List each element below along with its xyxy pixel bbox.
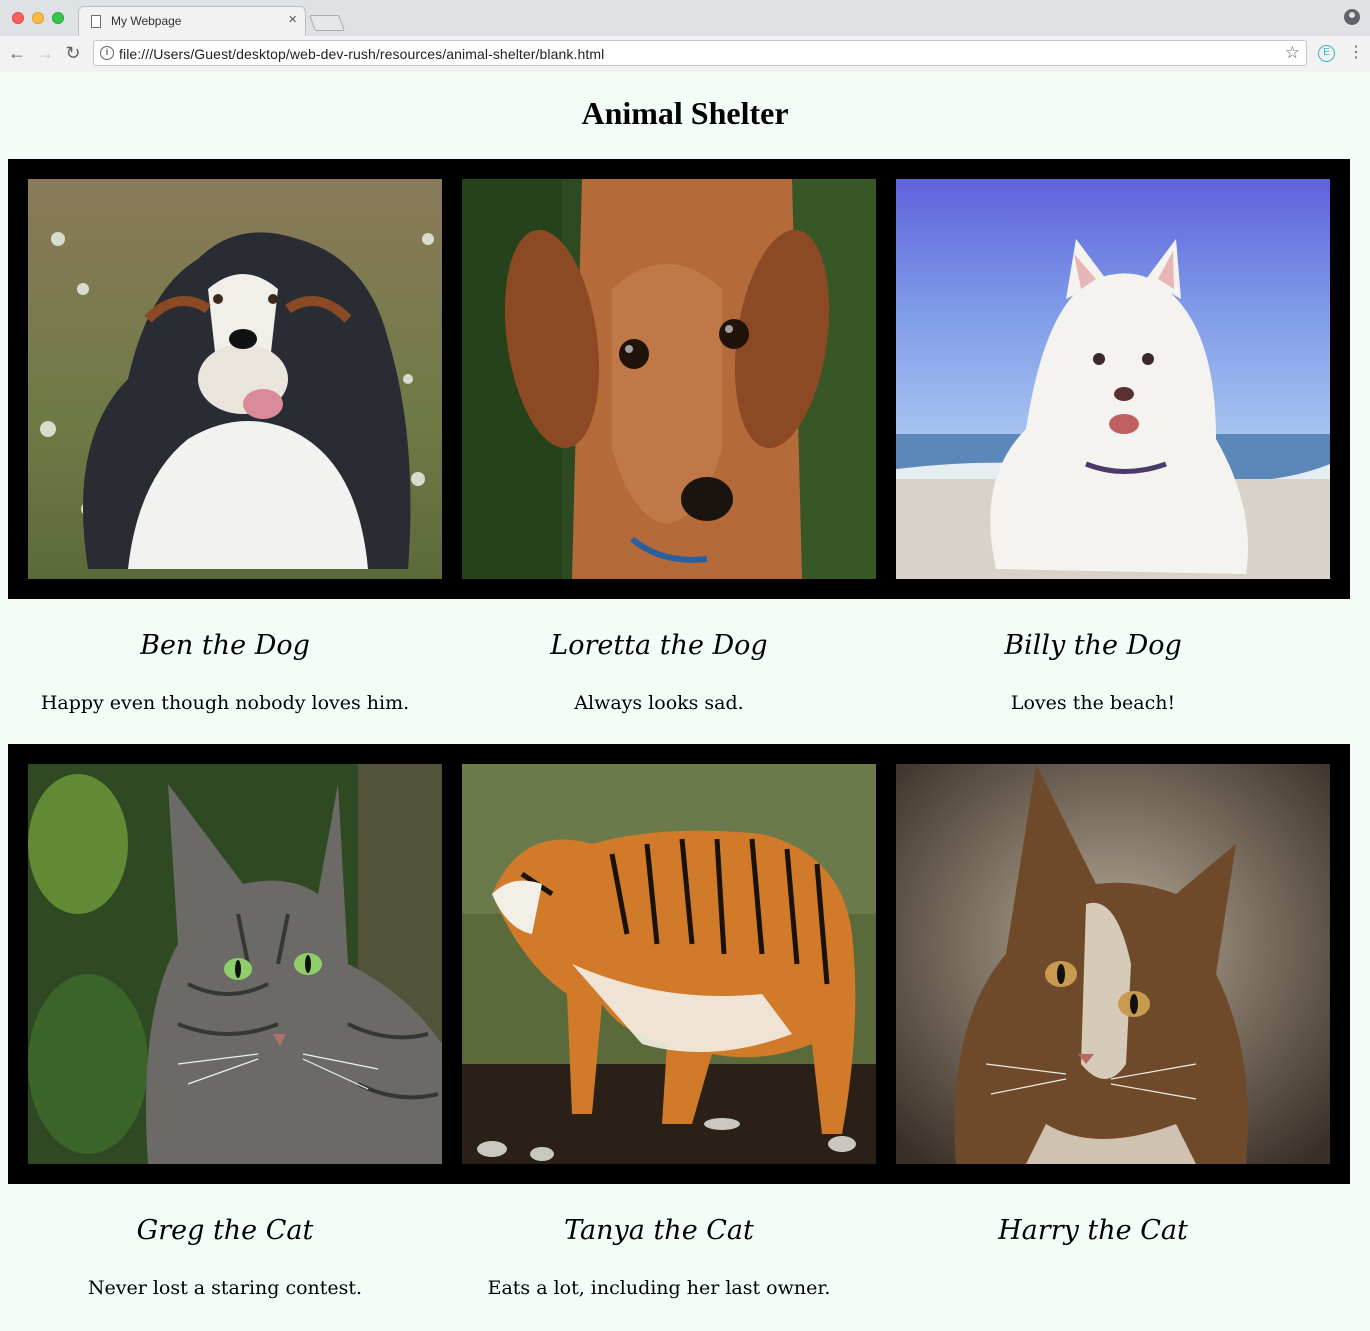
bookmark-star-icon[interactable]: ☆ <box>1285 43 1300 63</box>
browser-tab[interactable]: My Webpage × <box>78 6 306 36</box>
animal-description: Loves the beach! <box>1010 692 1176 714</box>
browser-toolbar: ← → ↻ i file:///Users/Guest/desktop/web-… <box>0 36 1370 72</box>
reload-icon[interactable]: ↻ <box>62 42 84 64</box>
cat-photo-harry <box>896 764 1330 1164</box>
cat-photo-greg <box>28 764 442 1164</box>
menu-dots-icon[interactable]: ⋮ <box>1348 43 1364 63</box>
animal-description: Always looks sad. <box>574 692 744 714</box>
animal-name: Harry the Cat <box>998 1215 1188 1246</box>
url-text[interactable]: file:///Users/Guest/desktop/web-dev-rush… <box>119 46 604 62</box>
tab-strip: My Webpage × <box>0 0 1370 36</box>
page-title: Animal Shelter <box>581 95 789 131</box>
animal-name: Loretta the Dog <box>550 630 768 661</box>
close-window-button[interactable] <box>12 12 24 24</box>
photo-row-dogs <box>8 159 1350 599</box>
tab-title: My Webpage <box>111 14 182 28</box>
page-icon <box>91 15 101 28</box>
dog-photo-loretta <box>462 179 876 579</box>
animal-name: Greg the Cat <box>136 1215 314 1246</box>
cat-photo-tanya <box>462 764 876 1164</box>
extension-icon[interactable]: E <box>1318 45 1335 62</box>
photo-row-cats <box>8 744 1350 1184</box>
animal-description: Eats a lot, including her last owner. <box>487 1277 831 1299</box>
maximize-window-button[interactable] <box>52 12 64 24</box>
forward-arrow-icon[interactable]: → <box>34 42 56 64</box>
new-tab-button[interactable] <box>309 15 345 31</box>
dog-photo-billy <box>896 179 1330 579</box>
back-arrow-icon[interactable]: ← <box>6 42 28 64</box>
animal-name: Tanya the Cat <box>564 1215 754 1246</box>
close-tab-icon[interactable]: × <box>288 12 297 28</box>
animal-description: Happy even though nobody loves him. <box>40 692 410 714</box>
profile-icon[interactable] <box>1344 9 1360 25</box>
address-bar[interactable]: i file:///Users/Guest/desktop/web-dev-ru… <box>93 40 1307 66</box>
animal-description: Never lost a staring contest. <box>87 1277 363 1299</box>
animal-name: Ben the Dog <box>140 630 310 661</box>
minimize-window-button[interactable] <box>32 12 44 24</box>
info-icon[interactable]: i <box>100 46 114 60</box>
dog-photo-ben <box>28 179 442 579</box>
animal-name: Billy the Dog <box>1004 630 1182 661</box>
browser-chrome: My Webpage × ← → ↻ i file:///Users/Guest… <box>0 0 1370 72</box>
